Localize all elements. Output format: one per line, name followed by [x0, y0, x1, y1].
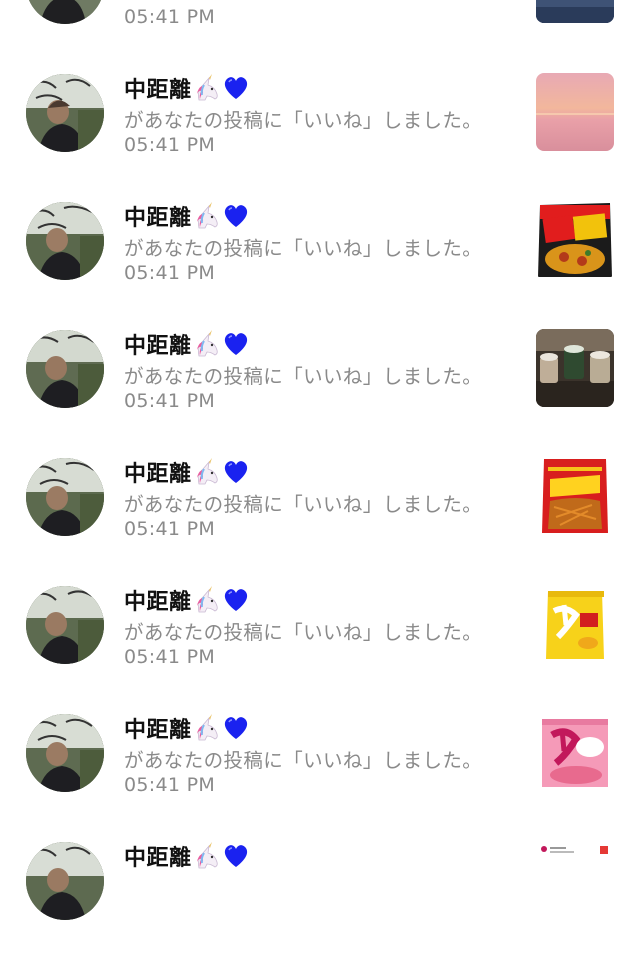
user-name[interactable]: 中距離 [124, 72, 192, 104]
notification-item[interactable]: 中距離 [0, 836, 640, 964]
notification-time: 05:41 PM [124, 518, 216, 540]
sea-photo-thumbnail[interactable] [536, 0, 614, 23]
notification-item[interactable]: 05:41 PM [0, 0, 640, 68]
user-avatar[interactable] [26, 586, 104, 664]
notification-item[interactable]: 中距離 があなたの投稿に「いいね」しました。 05:41 PM [0, 452, 640, 580]
user-avatar[interactable] [26, 458, 104, 536]
notification-title: 中距離 [124, 712, 250, 744]
notification-item[interactable]: 中距離 があなたの投稿に「いいね」しました。 05:41 PM [0, 580, 640, 708]
notification-title: 中距離 [124, 200, 250, 232]
user-name[interactable]: 中距離 [124, 840, 192, 872]
notification-list: 05:41 PM 中距離 があなたの投稿に「いいね」しました。 05:41 PM… [0, 0, 640, 964]
unicorn-icon [193, 842, 221, 870]
user-avatar[interactable] [26, 714, 104, 792]
notification-time: 05:41 PM [124, 390, 216, 412]
unicorn-icon [193, 74, 221, 102]
notification-item[interactable]: 中距離 があなたの投稿に「いいね」しました。 05:41 PM [0, 196, 640, 324]
unicorn-icon [193, 330, 221, 358]
notification-title: 中距離 [124, 840, 250, 872]
user-avatar[interactable] [26, 842, 104, 920]
notification-time: 05:41 PM [124, 774, 216, 796]
notification-title: 中距離 [124, 584, 250, 616]
blue-heart-icon [222, 202, 250, 230]
unicorn-icon [193, 714, 221, 742]
notification-time: 05:41 PM [124, 646, 216, 668]
unicorn-icon [193, 458, 221, 486]
notification-item[interactable]: 中距離 があなたの投稿に「いいね」しました。 05:41 PM [0, 708, 640, 836]
user-avatar[interactable] [26, 202, 104, 280]
notification-time: 05:41 PM [124, 6, 216, 28]
unicorn-icon [193, 586, 221, 614]
blue-heart-icon [222, 330, 250, 358]
notification-title: 中距離 [124, 328, 250, 360]
blue-heart-icon [222, 842, 250, 870]
user-avatar[interactable] [26, 74, 104, 152]
blue-heart-icon [222, 714, 250, 742]
notification-title: 中距離 [124, 456, 250, 488]
user-name[interactable]: 中距離 [124, 456, 192, 488]
notification-message: があなたの投稿に「いいね」しました。 [124, 109, 483, 132]
user-avatar[interactable] [26, 0, 104, 24]
karamucho-chips-thumbnail[interactable] [536, 457, 614, 535]
user-name[interactable]: 中距離 [124, 328, 192, 360]
notification-message: があなたの投稿に「いいね」しました。 [124, 493, 483, 516]
notification-message: があなたの投稿に「いいね」しました。 [124, 237, 483, 260]
sunset-beach-thumbnail[interactable] [536, 73, 614, 151]
blue-heart-icon [222, 586, 250, 614]
pizza-potato-chips-thumbnail[interactable] [536, 201, 614, 279]
user-avatar[interactable] [26, 330, 104, 408]
notification-message: があなたの投稿に「いいね」しました。 [124, 749, 483, 772]
pink-snack-thumbnail[interactable] [536, 713, 614, 791]
notification-title: 中距離 [124, 72, 250, 104]
user-name[interactable]: 中距離 [124, 200, 192, 232]
blue-heart-icon [222, 458, 250, 486]
unicorn-icon [193, 202, 221, 230]
blue-heart-icon [222, 74, 250, 102]
notification-item[interactable]: 中距離 があなたの投稿に「いいね」しました。 05:41 PM [0, 324, 640, 452]
yellow-snack-thumbnail[interactable] [536, 585, 614, 663]
notification-message: があなたの投稿に「いいね」しました。 [124, 621, 483, 644]
user-name[interactable]: 中距離 [124, 584, 192, 616]
cafe-drinks-thumbnail[interactable] [536, 329, 614, 407]
user-name[interactable]: 中距離 [124, 712, 192, 744]
notification-message: があなたの投稿に「いいね」しました。 [124, 365, 483, 388]
notification-time: 05:41 PM [124, 262, 216, 284]
notification-time: 05:41 PM [124, 134, 216, 156]
notification-item[interactable]: 中距離 があなたの投稿に「いいね」しました。 05:41 PM [0, 68, 640, 196]
